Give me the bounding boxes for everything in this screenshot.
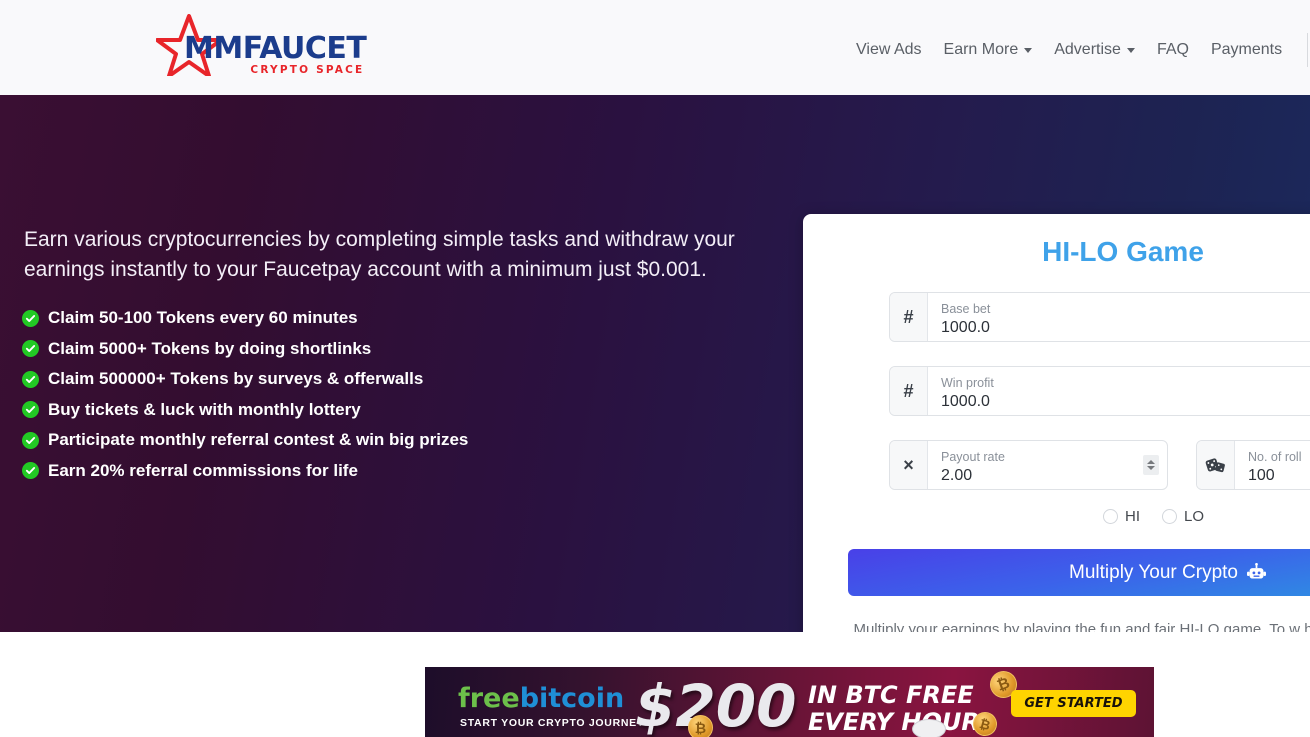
base-bet-input[interactable]: 1000.0 bbox=[941, 317, 1310, 338]
no-of-rolls-label: No. of roll bbox=[1248, 450, 1302, 464]
nav-label: View Ads bbox=[856, 41, 922, 58]
radio-lo[interactable]: LO bbox=[1162, 508, 1204, 525]
feature-label: Earn 20% referral commissions for life bbox=[48, 460, 358, 480]
nav-label: Earn More bbox=[943, 41, 1019, 58]
check-circle-icon bbox=[22, 340, 39, 357]
base-bet-label: Base bet bbox=[941, 302, 991, 316]
list-item: Earn 20% referral commissions for life bbox=[22, 461, 468, 481]
description-line-1: Multiply your earnings by playing the fu… bbox=[853, 621, 1301, 632]
win-profit-body: Win profit 1000.0 bbox=[928, 367, 1310, 415]
list-item: Participate monthly referral contest & w… bbox=[22, 430, 468, 450]
ad-headline-2: EVERY HOUR bbox=[808, 708, 980, 736]
site-logo[interactable]: MMFAUCET CRYPTO SPACE bbox=[152, 12, 367, 80]
feature-label: Claim 50-100 Tokens every 60 minutes bbox=[48, 308, 358, 327]
list-item: Claim 500000+ Tokens by surveys & offerw… bbox=[22, 369, 468, 389]
ad-brand-free: free bbox=[458, 683, 520, 714]
nav-label: Advertise bbox=[1054, 41, 1121, 58]
nav-item-earn-more[interactable]: Earn More bbox=[933, 41, 1044, 59]
ad-amount: $200 bbox=[635, 672, 797, 737]
freebitcoin-banner-ad[interactable]: freebitcoin START YOUR CRYPTO JOURNEY $2… bbox=[425, 667, 1154, 737]
feature-label: Buy tickets & luck with monthly lottery bbox=[48, 399, 361, 419]
game-description: Multiply your earnings by playing the fu… bbox=[841, 618, 1310, 632]
radio-lo-label: LO bbox=[1184, 508, 1205, 525]
site-header: MMFAUCET CRYPTO SPACE View Ads Earn More… bbox=[0, 0, 1310, 95]
chevron-down-icon[interactable] bbox=[1147, 466, 1155, 470]
win-profit-label: Win profit bbox=[941, 376, 994, 390]
ad-cta-button[interactable]: GET STARTED bbox=[1011, 690, 1136, 717]
play-button-label: Multiply Your Crypto bbox=[1069, 561, 1238, 583]
hash-icon: # bbox=[890, 293, 928, 341]
radio-hi-label: HI bbox=[1125, 508, 1140, 525]
check-circle-icon bbox=[22, 431, 39, 449]
check-circle-icon bbox=[22, 462, 39, 479]
feature-label: Participate monthly referral contest & w… bbox=[48, 430, 469, 449]
check-circle-icon bbox=[22, 401, 39, 418]
list-item: Claim 50-100 Tokens every 60 minutes bbox=[22, 308, 468, 328]
nav-item-advertise[interactable]: Advertise bbox=[1043, 41, 1146, 59]
multiply-your-crypto-button[interactable]: Multiply Your Crypto bbox=[848, 549, 1310, 596]
bet-direction-group: HI LO bbox=[1103, 508, 1204, 525]
hero-section: Earn various cryptocurrencies by complet… bbox=[0, 95, 1310, 632]
win-profit-field[interactable]: # Win profit 1000.0 bbox=[889, 366, 1310, 416]
ad-tagline: START YOUR CRYPTO JOURNEY bbox=[460, 717, 645, 729]
nav-label: FAQ bbox=[1156, 41, 1189, 58]
base-bet-field[interactable]: # Base bet 1000.0 bbox=[889, 292, 1310, 342]
no-of-rolls-input[interactable]: 100 bbox=[1248, 465, 1310, 486]
bitcoin-coin-icon: ₿ bbox=[688, 715, 713, 737]
bitcoin-coin-icon bbox=[912, 719, 946, 737]
chevron-up-icon[interactable] bbox=[1147, 460, 1155, 464]
payout-rate-field[interactable]: × Payout rate 2.00 bbox=[889, 440, 1168, 490]
robot-icon bbox=[1246, 563, 1266, 579]
win-profit-input[interactable]: 1000.0 bbox=[941, 391, 1310, 412]
list-item: Claim 5000+ Tokens by doing shortlinks bbox=[22, 339, 468, 359]
advertisement-zone: freebitcoin START YOUR CRYPTO JOURNEY $2… bbox=[0, 632, 1310, 737]
radio-circle-icon[interactable] bbox=[1103, 509, 1118, 524]
nav-item-view-ads[interactable]: View Ads bbox=[845, 41, 933, 59]
nav-item-faq[interactable]: FAQ bbox=[1146, 41, 1200, 59]
payout-rate-input[interactable]: 2.00 bbox=[941, 465, 1157, 486]
nav-item-payments[interactable]: Payments bbox=[1200, 41, 1293, 59]
list-item: Buy tickets & luck with monthly lottery bbox=[22, 400, 468, 420]
multiply-icon: × bbox=[890, 441, 928, 489]
payout-rate-body: Payout rate 2.00 bbox=[928, 441, 1167, 489]
description-line-2-pre: higher than bbox=[1304, 621, 1310, 632]
no-of-rolls-body: No. of roll 100 bbox=[1235, 441, 1310, 489]
dice-icon bbox=[1197, 441, 1235, 489]
logo-text: MMFAUCET CRYPTO SPACE bbox=[184, 31, 367, 76]
ad-brand: freebitcoin bbox=[458, 685, 624, 712]
chevron-down-icon bbox=[1024, 47, 1033, 53]
logo-main-text: MMFAUCET bbox=[184, 31, 367, 66]
hero-paragraph: Earn various cryptocurrencies by complet… bbox=[24, 228, 735, 281]
feature-label: Claim 5000+ Tokens by doing shortlinks bbox=[48, 338, 372, 358]
hilo-game-card: HI-LO Game # Base bet 1000.0 # Win profi… bbox=[803, 214, 1310, 632]
logo-sub-text: CRYPTO SPACE bbox=[250, 64, 365, 76]
radio-circle-icon[interactable] bbox=[1162, 509, 1177, 524]
payout-rate-label: Payout rate bbox=[941, 450, 1005, 464]
page-title: HI-LO Game bbox=[1042, 236, 1204, 267]
ad-brand-bitcoin: bitcoin bbox=[519, 683, 625, 714]
check-circle-icon bbox=[22, 370, 39, 388]
no-of-rolls-field[interactable]: No. of roll 100 bbox=[1196, 440, 1310, 490]
hash-icon: # bbox=[890, 367, 928, 415]
radio-hi[interactable]: HI bbox=[1103, 508, 1140, 525]
chevron-down-icon bbox=[1126, 47, 1135, 53]
nav-divider bbox=[1307, 33, 1309, 67]
check-circle-icon bbox=[22, 309, 39, 327]
base-bet-body: Base bet 1000.0 bbox=[928, 293, 1310, 341]
quantity-stepper[interactable] bbox=[1143, 455, 1159, 475]
feature-label: Claim 500000+ Tokens by surveys & offerw… bbox=[48, 369, 424, 388]
main-navigation: View Ads Earn More Advertise FAQ Payment… bbox=[845, 33, 1310, 67]
feature-list: Claim 50-100 Tokens every 60 minutes Cla… bbox=[22, 308, 468, 491]
nav-label: Payments bbox=[1210, 41, 1283, 58]
ad-headline-1: IN BTC FREE bbox=[808, 681, 974, 709]
